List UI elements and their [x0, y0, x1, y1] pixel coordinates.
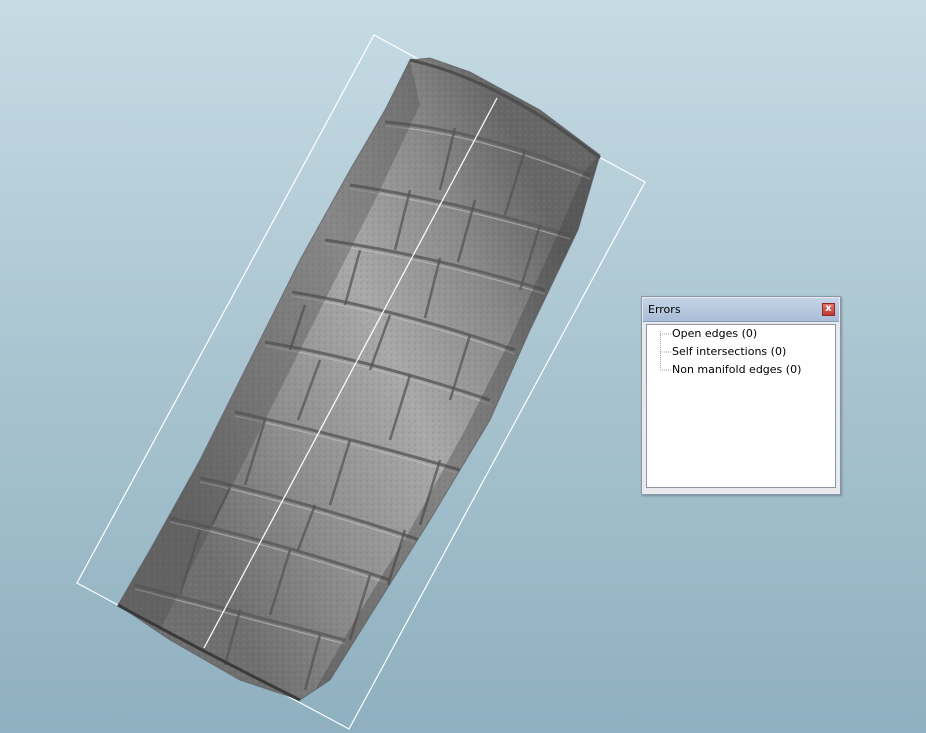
tree-branch-icon [660, 333, 671, 335]
errors-title: Errors [648, 303, 681, 316]
3d-viewport[interactable]: Errors x Open edges (0) Self intersectio… [0, 0, 926, 733]
errors-panel: Errors x Open edges (0) Self intersectio… [641, 296, 841, 495]
tree-item-label: Self intersections (0) [672, 345, 787, 358]
tree-item-label: Open edges (0) [672, 327, 758, 340]
errors-tree[interactable]: Open edges (0) Self intersections (0) No… [646, 324, 836, 488]
close-icon: x [825, 303, 832, 314]
tree-branch-icon [660, 351, 671, 353]
tree-branch-icon [660, 369, 671, 371]
errors-titlebar[interactable]: Errors x [643, 298, 839, 322]
tree-item-label: Non manifold edges (0) [672, 363, 802, 376]
close-button[interactable]: x [822, 303, 835, 316]
